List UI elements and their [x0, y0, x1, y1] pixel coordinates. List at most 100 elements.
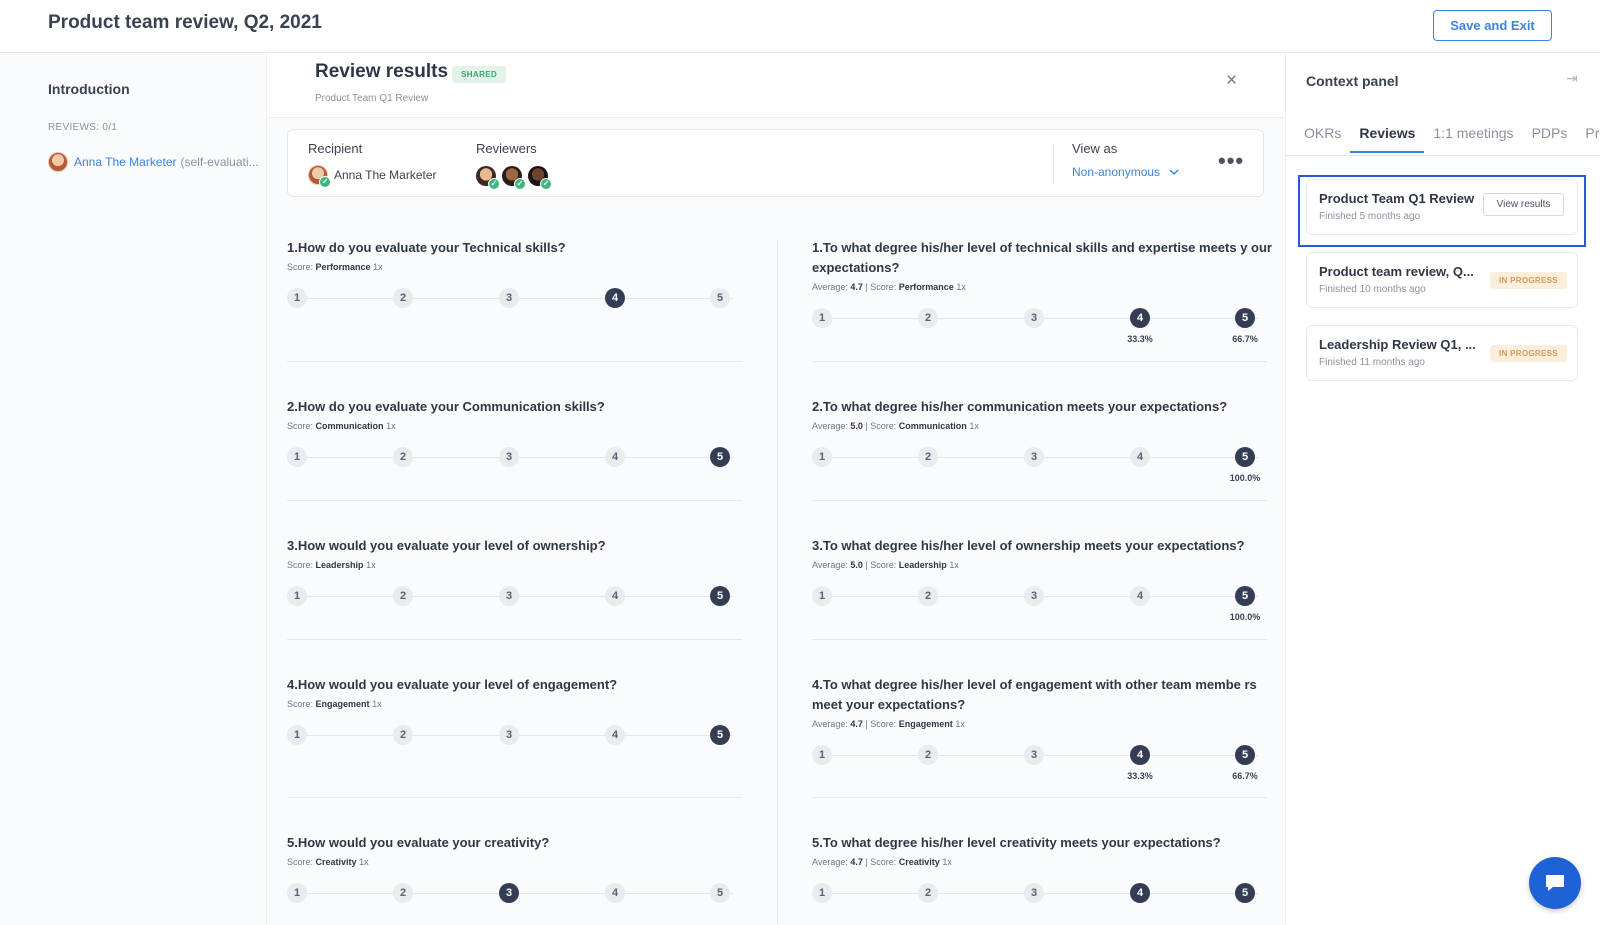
question-meta: Average: 5.0 | Score: Leadership 1x	[812, 560, 1272, 570]
tab-meetings[interactable]: 1:1 meetings	[1424, 117, 1522, 153]
context-panel: Context panel ⇥ OKRs Reviews 1:1 meeting…	[1285, 54, 1600, 925]
rating-percentage: 66.7%	[1232, 771, 1258, 781]
rating-option-2: 2	[393, 883, 413, 903]
rating-option-5: 5	[1235, 745, 1255, 765]
rating-option-2: 2	[918, 745, 938, 765]
reviewer-question: 4.To what degree his/her level of engage…	[812, 675, 1272, 781]
rating-option-2: 2	[918, 308, 938, 328]
avatar: ✓	[308, 165, 331, 188]
review-card-subtitle: Finished 10 months ago	[1319, 284, 1426, 295]
person-name-link[interactable]: Anna The Marketer	[74, 155, 177, 169]
rating-option-5: 5	[710, 725, 730, 745]
rating-option-2: 2	[393, 586, 413, 606]
rating-option-2: 2	[918, 447, 938, 467]
score-prefix: Score:	[287, 262, 314, 272]
reviewer-question: 1.To what degree his/her level of techni…	[812, 238, 1272, 344]
top-bar: Product team review, Q2, 2021 Save and E…	[0, 0, 1600, 53]
rating-option-5: 5	[1235, 447, 1255, 467]
rating-percentage: 66.7%	[1232, 334, 1258, 344]
question-title: 4.How would you evaluate your level of e…	[287, 677, 618, 692]
review-card[interactable]: Product team review, Q... Finished 10 mo…	[1306, 252, 1578, 308]
view-results-button[interactable]: View results	[1483, 193, 1564, 216]
rating-option-3: 3	[1024, 883, 1044, 903]
average-prefix: Average:	[812, 421, 848, 431]
score-category: Leadership	[898, 560, 947, 570]
check-icon: ✓	[319, 176, 331, 188]
reviewers-label: Reviewers	[476, 141, 537, 156]
collapse-panel-icon[interactable]: ⇥	[1566, 70, 1578, 87]
column-divider	[777, 240, 778, 925]
row-divider	[287, 639, 742, 640]
rating-scale: 1 2 3 4 5	[812, 883, 1268, 903]
tab-praise[interactable]: Praise	[1576, 117, 1600, 153]
rating-option-1: 1	[287, 725, 307, 745]
rating-option-4: 4	[1130, 308, 1150, 328]
check-icon: ✓	[488, 178, 500, 190]
rating-scale: 1 2 3 4 33.3% 5 66.7%	[812, 745, 1268, 781]
rating-option-2: 2	[918, 883, 938, 903]
self-evaluation-label: (self-evaluati...	[180, 155, 259, 169]
average-value: 4.7	[850, 719, 863, 729]
check-icon: ✓	[514, 178, 526, 190]
score-weight: 1x	[949, 560, 959, 570]
rating-option-3: 3	[499, 586, 519, 606]
average-value: 4.7	[850, 282, 863, 292]
average-prefix: Average:	[812, 719, 848, 729]
rating-option-3: 3	[499, 725, 519, 745]
self-question: 5.How would you evaluate your creativity…	[287, 833, 743, 903]
tab-okrs[interactable]: OKRs	[1295, 117, 1350, 153]
view-as-value: Non-anonymous	[1072, 165, 1161, 179]
score-prefix: Score:	[287, 699, 314, 709]
save-and-exit-button[interactable]: Save and Exit	[1433, 10, 1552, 41]
rating-option-5: 5	[1235, 883, 1255, 903]
rating-option-2: 2	[393, 288, 413, 308]
rating-option-1: 1	[812, 745, 832, 765]
chat-button[interactable]	[1529, 857, 1581, 909]
question-meta: Score: Engagement 1x	[287, 699, 743, 709]
view-as-dropdown[interactable]: Non-anonymous	[1072, 165, 1179, 179]
score-prefix: | Score:	[865, 560, 897, 570]
average-value: 5.0	[850, 560, 863, 570]
tab-pdps[interactable]: PDPs	[1523, 117, 1577, 153]
rating-option-5: 5	[710, 883, 730, 903]
rating-scale: 1 2 3 4 5	[287, 586, 743, 606]
question-title: 2.To what degree his/her communication m…	[812, 399, 1228, 414]
score-weight: 1x	[366, 560, 376, 570]
rating-option-4: 4	[605, 883, 625, 903]
review-card[interactable]: Product Team Q1 Review Finished 5 months…	[1306, 179, 1578, 235]
recipient-label: Recipient	[308, 141, 363, 156]
rating-option-1: 1	[812, 586, 832, 606]
review-card-subtitle: Finished 11 months ago	[1319, 357, 1425, 368]
rating-option-4: 4	[1130, 883, 1150, 903]
self-question: 2.How do you evaluate your Communication…	[287, 397, 743, 467]
row-divider	[812, 797, 1267, 798]
score-prefix: Score:	[287, 857, 314, 867]
left-sidebar: Introduction REVIEWS: 0/1 Anna The Marke…	[0, 54, 267, 925]
rating-percentage: 100.0%	[1229, 612, 1261, 622]
score-weight: 1x	[372, 699, 382, 709]
score-category: Engagement	[898, 719, 953, 729]
row-divider	[812, 500, 1267, 501]
tab-reviews[interactable]: Reviews	[1350, 117, 1425, 153]
status-badge: IN PROGRESS	[1490, 345, 1567, 362]
score-category: Communication	[315, 421, 384, 431]
sidebar-item-anna[interactable]: Anna The Marketer (self-evaluati...	[48, 152, 263, 172]
check-icon: ✓	[540, 178, 552, 190]
review-card-title: Leadership Review Q1, ...	[1319, 337, 1476, 352]
question-meta: Score: Performance 1x	[287, 262, 743, 272]
self-question: 3.How would you evaluate your level of o…	[287, 536, 743, 606]
rating-percentage: 33.3%	[1127, 334, 1153, 344]
review-card[interactable]: Leadership Review Q1, ... Finished 11 mo…	[1306, 325, 1578, 381]
rating-option-1: 1	[812, 883, 832, 903]
rating-option-5: 5	[710, 447, 730, 467]
score-category: Leadership	[315, 560, 364, 570]
more-options-icon[interactable]: •••	[1218, 148, 1244, 174]
rating-option-4: 4	[605, 447, 625, 467]
score-prefix: Score:	[287, 560, 314, 570]
rating-option-5: 5	[710, 288, 730, 308]
rating-scale: 1 2 3 4 5 100.0%	[812, 586, 1268, 622]
close-icon[interactable]: ×	[1226, 70, 1237, 92]
average-value: 5.0	[850, 421, 863, 431]
avatar: ✓	[476, 166, 500, 190]
score-prefix: | Score:	[865, 857, 897, 867]
